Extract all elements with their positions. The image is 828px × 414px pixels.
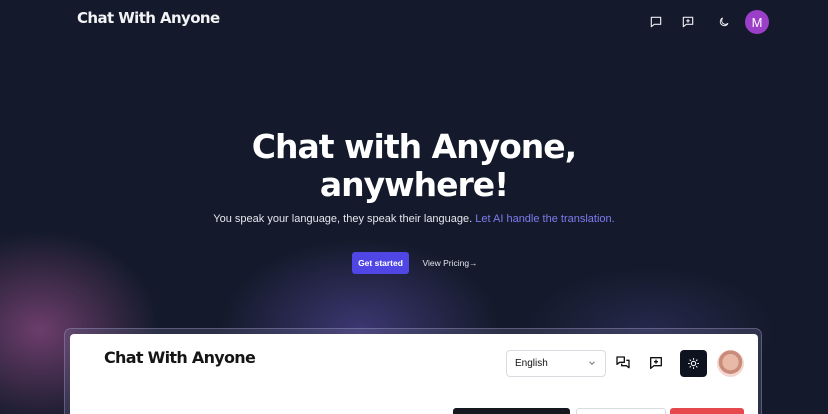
hero-subtitle-text: You speak your language, they speak thei…: [213, 213, 473, 225]
hero-subtitle-accent: Let AI handle the translation.: [475, 213, 615, 225]
new-chat-icon[interactable]: [677, 11, 699, 33]
sun-icon[interactable]: [680, 350, 707, 377]
top-nav: Chat With Anyone M: [0, 0, 828, 44]
preview-red-bar: [670, 408, 744, 414]
new-chat-icon[interactable]: [645, 352, 667, 374]
language-select-value: English: [515, 358, 548, 369]
hero-title: Chat with Anyone, anywhere!: [0, 128, 828, 204]
user-avatar[interactable]: M: [745, 10, 769, 34]
chat-bubble-icon[interactable]: [645, 11, 667, 33]
preview-light-bar: [576, 408, 666, 414]
hero-title-line1: Chat with Anyone,: [251, 127, 577, 166]
get-started-button[interactable]: Get started: [352, 252, 409, 274]
hero-title-line2: anywhere!: [319, 165, 509, 204]
preview-user-avatar[interactable]: [717, 350, 744, 377]
chevron-down-icon: [587, 358, 597, 371]
view-pricing-link[interactable]: View Pricing→: [421, 252, 479, 274]
brand-logo[interactable]: Chat With Anyone: [77, 9, 220, 27]
preview-brand-logo: Chat With Anyone: [104, 348, 256, 367]
hero-subtitle: You speak your language, they speak thei…: [0, 213, 828, 225]
preview-dark-bar: [453, 408, 570, 414]
app-preview: Chat With Anyone English: [70, 334, 758, 414]
chats-icon[interactable]: [612, 352, 634, 374]
moon-icon[interactable]: [713, 11, 735, 33]
language-select[interactable]: English: [506, 350, 606, 377]
